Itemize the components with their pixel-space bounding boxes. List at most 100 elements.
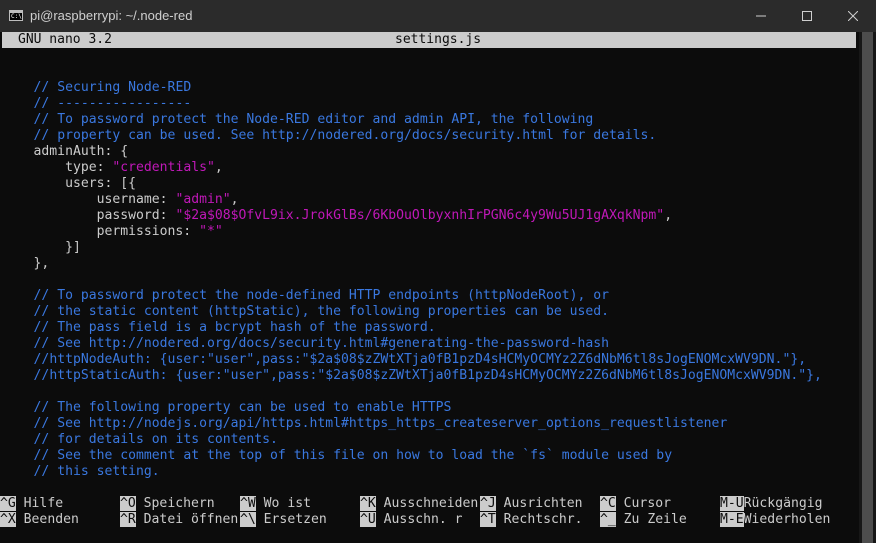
code-line: }] xyxy=(2,240,856,256)
minimize-button[interactable] xyxy=(738,0,784,32)
code-text: }] xyxy=(2,240,81,255)
code-line: // To password protect the Node-RED edit… xyxy=(2,112,856,128)
shortcut-key: ^W xyxy=(240,496,256,511)
shortcut-label: Ausschneiden xyxy=(375,496,479,511)
code-string: "credentials" xyxy=(112,160,215,175)
shortcut-item: ^T Rechtschr. xyxy=(480,512,583,528)
code-line: username: "admin", xyxy=(2,192,856,208)
code-line: // Securing Node-RED xyxy=(2,80,856,96)
code-comment: //httpStaticAuth: {user:"user",pass:"$2a… xyxy=(33,368,822,383)
code-line: // See http://nodered.org/docs/security.… xyxy=(2,336,856,352)
code-line: // for details on its contents. xyxy=(2,432,856,448)
code-text: , xyxy=(664,208,673,223)
maximize-button[interactable] xyxy=(784,0,830,32)
code-comment: // See http://nodejs.org/api/https.html#… xyxy=(33,416,728,431)
code-text: password: xyxy=(2,208,176,223)
close-icon xyxy=(848,11,858,21)
code-comment: // See http://nodered.org/docs/security.… xyxy=(33,336,610,351)
shortcut-item: ^K Ausschneiden xyxy=(360,496,478,512)
code-line: users: [{ xyxy=(2,176,856,192)
code-line: // ----------------- xyxy=(2,96,856,112)
code-text: username: xyxy=(2,192,176,207)
shortcut-item: M-URückgängig xyxy=(720,496,823,512)
title-bar[interactable]: C:\ pi@raspberrypi: ~/.node-red xyxy=(0,0,876,32)
shortcut-label: Beenden xyxy=(15,512,79,527)
code-text: }, xyxy=(2,256,50,271)
shortcut-label: Ausrichten xyxy=(495,496,583,511)
shortcut-label: Cursor xyxy=(615,496,671,511)
code-comment: //httpNodeAuth: {user:"user",pass:"$2a$0… xyxy=(33,352,807,367)
editor-buffer[interactable]: // Securing Node-RED // ----------------… xyxy=(2,48,856,480)
maximize-icon xyxy=(802,11,812,21)
shortcut-label: Wo ist xyxy=(255,496,311,511)
vertical-scrollbar[interactable] xyxy=(859,32,876,543)
code-text: type: xyxy=(2,160,113,175)
code-comment: // The pass field is a bcrypt hash of th… xyxy=(33,320,436,335)
code-text: , xyxy=(214,160,223,175)
code-text: users: [{ xyxy=(2,176,137,191)
scrollbar-thumb[interactable] xyxy=(862,32,873,543)
code-comment: // for details on its contents. xyxy=(33,432,278,447)
code-comment: // To password protect the Node-RED edit… xyxy=(33,112,594,127)
code-comment: // To password protect the node-defined … xyxy=(33,288,610,303)
code-string: "*" xyxy=(199,224,223,239)
code-line: // property can be used. See http://node… xyxy=(2,128,856,144)
code-comment: // Securing Node-RED xyxy=(33,80,192,95)
shortcut-label: Wiederholen xyxy=(743,512,831,527)
shortcut-label: Ausschn. r xyxy=(375,512,463,527)
code-comment: // See the comment at the top of this fi… xyxy=(33,448,673,463)
shortcut-item: M-EWiederholen xyxy=(720,512,830,528)
file-name: settings.js xyxy=(395,32,482,47)
shortcut-key: ^K xyxy=(360,496,376,511)
code-comment: // property can be used. See http://node… xyxy=(33,128,657,143)
code-line: //httpStaticAuth: {user:"user",pass:"$2a… xyxy=(2,368,856,384)
shortcut-label: Hilfe xyxy=(15,496,64,511)
code-line: // the static content (httpStatic), the … xyxy=(2,304,856,320)
code-line: password: "$2a$08$OfvL9ix.JrokGlBs/6KbOu… xyxy=(2,208,856,224)
shortcut-item: ^O Speichern xyxy=(120,496,215,512)
shortcut-key: ^T xyxy=(480,512,496,527)
shortcut-key: M-U xyxy=(720,496,744,511)
shortcut-label: Zu Zeile xyxy=(615,512,687,527)
code-comment: // this setting. xyxy=(33,464,160,479)
code-line: // See http://nodejs.org/api/https.html#… xyxy=(2,416,856,432)
code-line: // The pass field is a bcrypt hash of th… xyxy=(2,320,856,336)
code-line: // this setting. xyxy=(2,464,856,480)
close-button[interactable] xyxy=(830,0,876,32)
shortcut-key: ^\ xyxy=(240,512,256,527)
code-line: // The following property can be used to… xyxy=(2,400,856,416)
code-line: type: "credentials", xyxy=(2,160,856,176)
code-line: // To password protect the node-defined … xyxy=(2,288,856,304)
shortcut-label: Speichern xyxy=(135,496,215,511)
code-comment: // ----------------- xyxy=(33,96,192,111)
code-line: }, xyxy=(2,256,856,272)
code-line: permissions: "*" xyxy=(2,224,856,240)
window-title: pi@raspberrypi: ~/.node-red xyxy=(30,8,193,23)
code-comment: // the static content (httpStatic), the … xyxy=(33,304,610,319)
shortcut-key: ^J xyxy=(480,496,496,511)
shortcut-key: ^U xyxy=(360,512,376,527)
shortcut-key: ^X xyxy=(0,512,16,527)
shortcut-item: ^W Wo ist xyxy=(240,496,311,512)
code-text: , xyxy=(230,192,239,207)
shortcut-key: ^O xyxy=(120,496,136,511)
shortcut-key: M-E xyxy=(720,512,744,527)
shortcut-key: ^C xyxy=(600,496,616,511)
shortcut-item: ^_ Zu Zeile xyxy=(600,512,687,528)
